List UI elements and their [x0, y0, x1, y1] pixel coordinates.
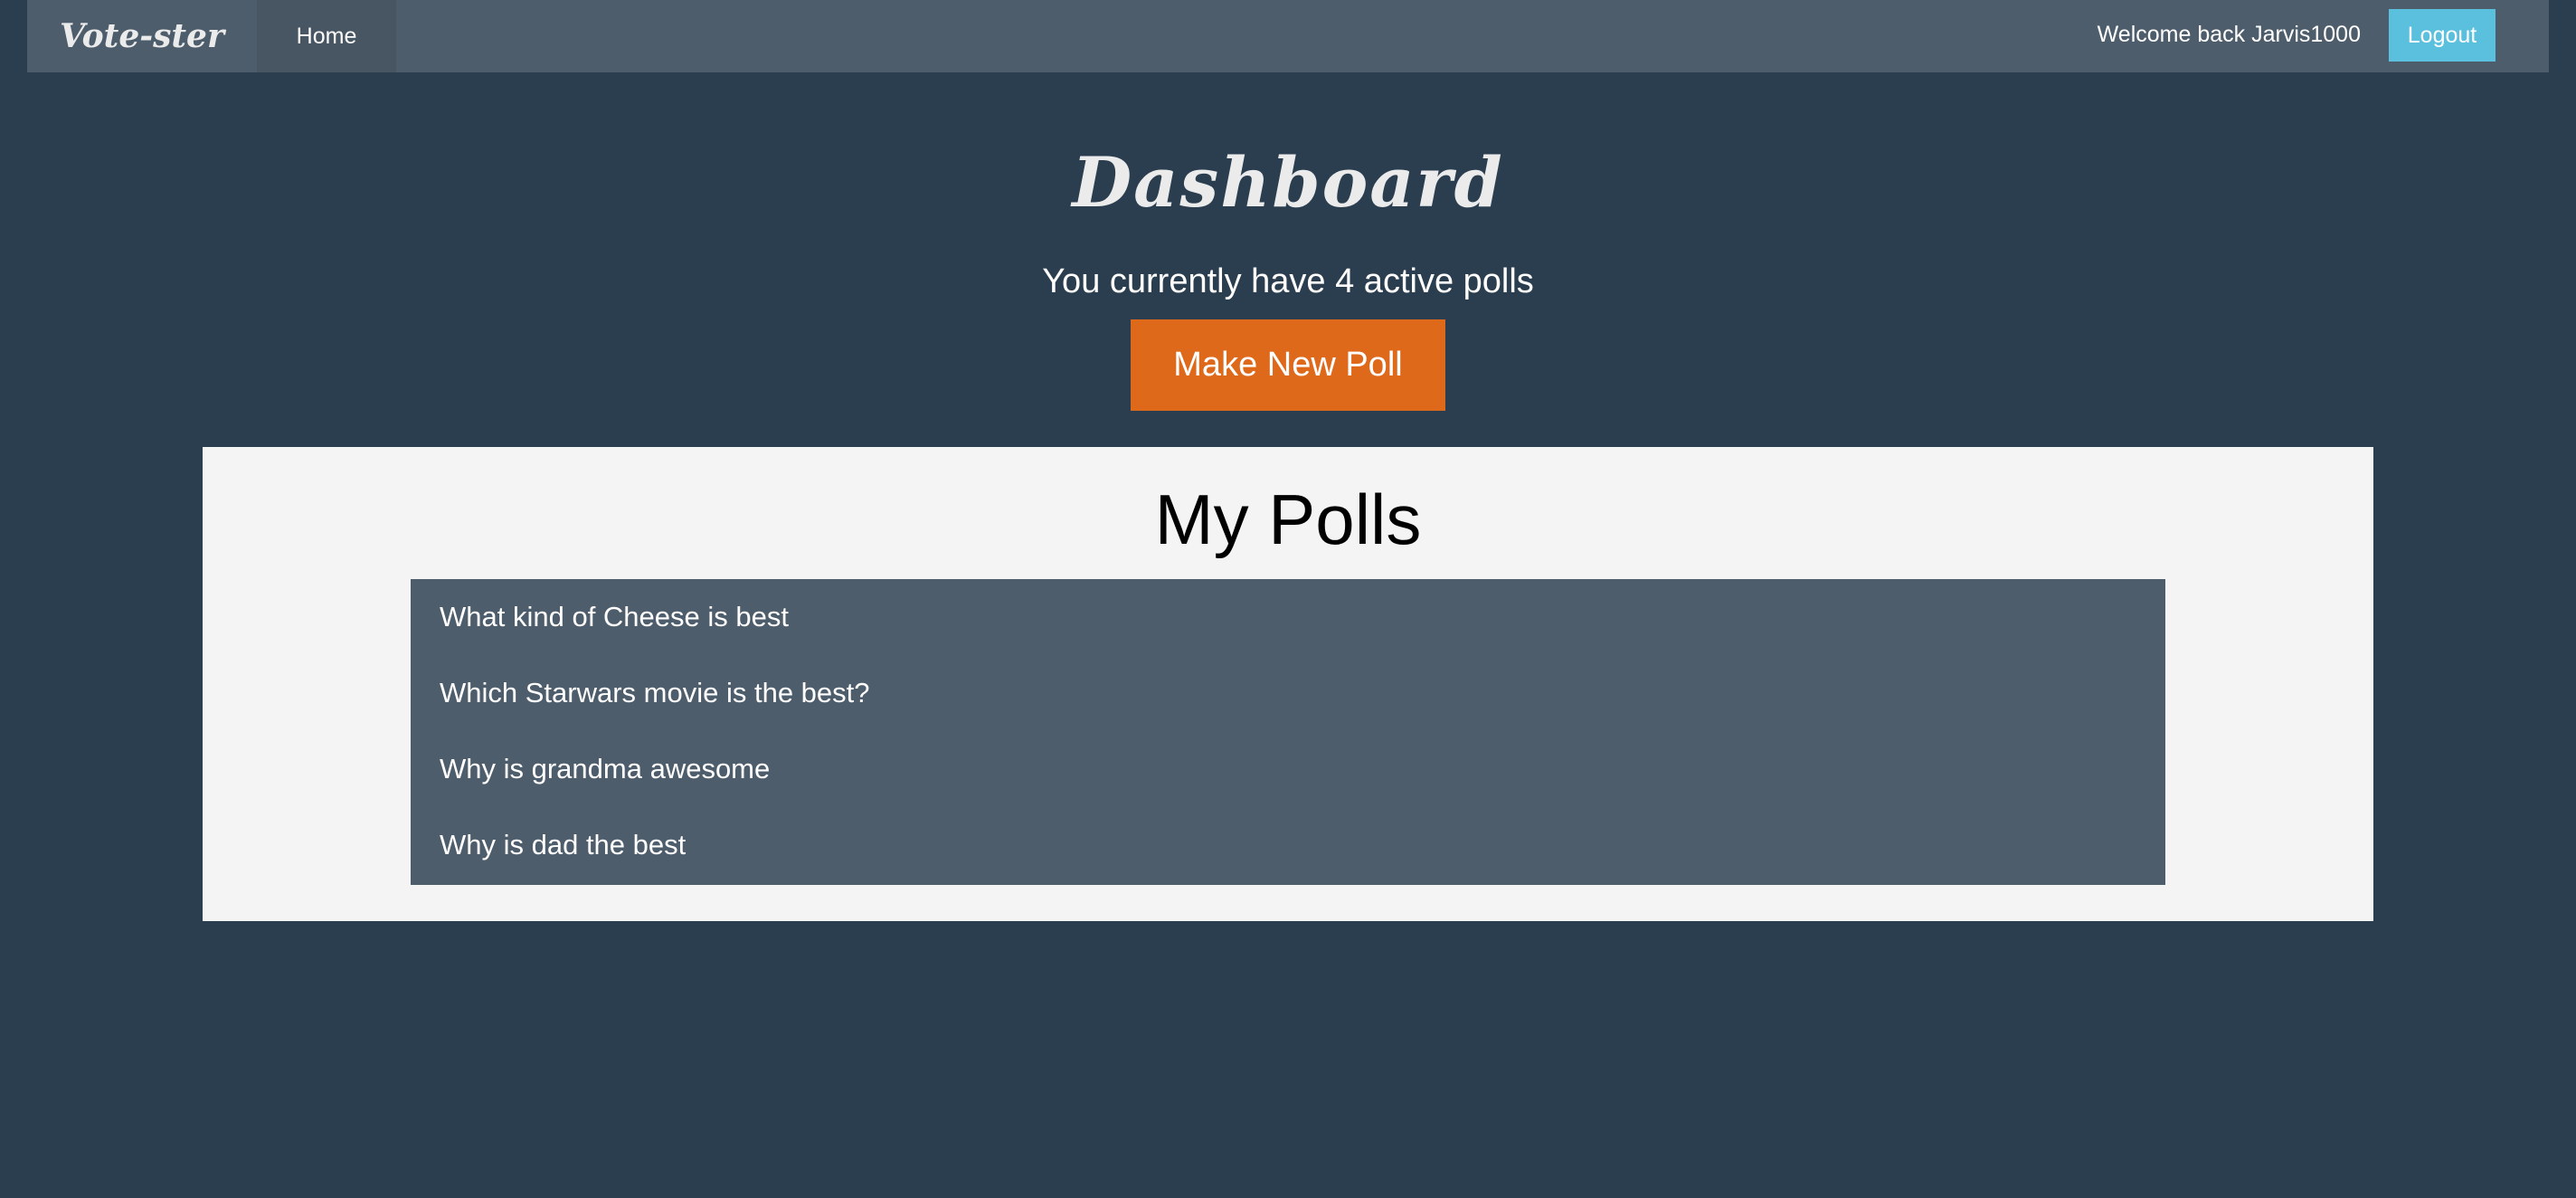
my-polls-heading: My Polls	[1154, 480, 1422, 559]
brand-logo[interactable]: Vote-ster	[27, 0, 257, 72]
active-polls-count: You currently have 4 active polls	[1042, 262, 1534, 300]
top-navbar: Vote-ster Home Welcome back Jarvis1000 L…	[27, 0, 2549, 72]
nav-item-home[interactable]: Home	[257, 0, 396, 72]
my-polls-panel: My Polls What kind of Cheese is best Whi…	[203, 447, 2373, 921]
poll-list: What kind of Cheese is best Which Starwa…	[411, 579, 2165, 885]
logout-button[interactable]: Logout	[2389, 9, 2496, 62]
poll-item[interactable]: Which Starwars movie is the best?	[411, 655, 2165, 731]
poll-item[interactable]: Why is dad the best	[411, 807, 2165, 883]
poll-item[interactable]: What kind of Cheese is best	[411, 579, 2165, 655]
page-title: Dashboard	[1072, 142, 1504, 223]
make-new-poll-button[interactable]: Make New Poll	[1131, 319, 1445, 411]
poll-item[interactable]: Why is grandma awesome	[411, 731, 2165, 807]
welcome-message: Welcome back Jarvis1000	[2097, 21, 2361, 47]
